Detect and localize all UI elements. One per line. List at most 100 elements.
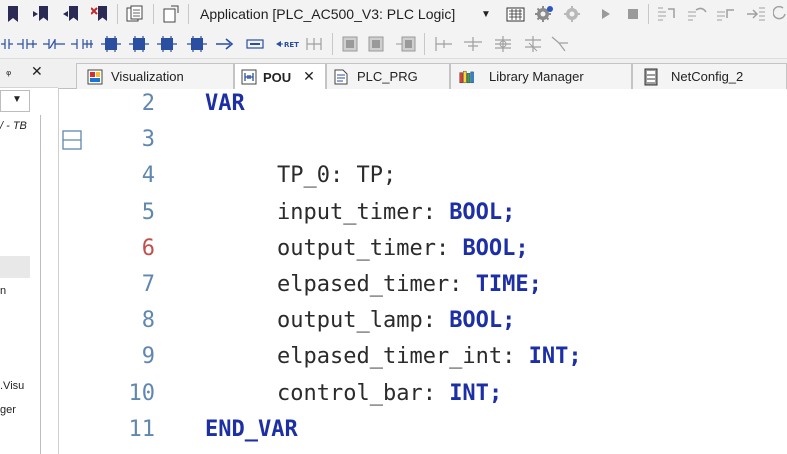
keyword: BOOL — [449, 308, 503, 334]
login-icon[interactable] — [505, 4, 527, 24]
semicolon: ; — [528, 272, 542, 297]
run-to-cursor-icon[interactable] — [744, 5, 768, 23]
code-line[interactable]: TP_0: TP; — [277, 158, 396, 194]
keyword: INT — [449, 380, 489, 406]
reset-coil-icon[interactable] — [156, 34, 178, 54]
restart-icon[interactable] — [772, 4, 787, 24]
code-line[interactable]: input_timer: BOOL; — [277, 195, 515, 231]
tab-label: Visualization — [111, 69, 184, 84]
output-box-icon[interactable] — [366, 35, 386, 53]
box-with-en-icon[interactable] — [394, 35, 418, 53]
bookmark-next-icon[interactable] — [32, 5, 52, 23]
netconfig-icon — [643, 68, 659, 85]
copy-icon[interactable] — [124, 4, 146, 24]
code-line[interactable]: output_timer: BOOL; — [277, 231, 529, 267]
coil-icon[interactable] — [100, 34, 122, 54]
logout-icon[interactable] — [562, 3, 584, 25]
stop-icon[interactable] — [624, 5, 642, 23]
code-line[interactable]: VAR — [205, 86, 245, 122]
input-box-icon[interactable] — [340, 35, 360, 53]
application-selector-label: Application [PLC_AC500_V3: PLC Logic] — [200, 6, 456, 22]
run-icon[interactable] — [597, 5, 615, 23]
jump-label-icon[interactable] — [244, 35, 268, 53]
keyword: VAR — [205, 91, 245, 116]
branch-icon[interactable] — [304, 35, 324, 53]
close-icon[interactable]: ✕ — [31, 64, 43, 80]
code-line[interactable]: elpased_timer: TIME; — [277, 267, 542, 303]
semicolon: ; — [488, 380, 503, 406]
step-into-icon[interactable] — [655, 5, 679, 23]
tree-item-fragment[interactable]: ger — [0, 404, 16, 416]
variable-declaration: input_timer: — [277, 199, 450, 225]
semicolon: ; — [515, 235, 529, 261]
variable-declaration: elpased_timer_int: — [277, 344, 529, 370]
new-window-icon[interactable] — [160, 4, 182, 24]
variable-declaration: output_timer: — [277, 235, 463, 261]
step-over-icon[interactable] — [685, 5, 709, 23]
insert-network-icon[interactable] — [432, 35, 456, 53]
code-line[interactable]: END_VAR — [205, 412, 298, 448]
negated-parallel-icon[interactable] — [70, 35, 94, 53]
keyword: BOOL — [462, 235, 516, 261]
tab-label: PLC_PRG — [357, 69, 418, 84]
variable-declaration: TP_0: TP; — [277, 163, 397, 189]
jump-arrow-icon[interactable] — [214, 35, 236, 53]
editor-toolbar: RET — [0, 29, 787, 59]
code-editor[interactable]: 2 3 4 5 6 7 8 9 10 11 VAR TP_0: TP; input_timer: BO… — [59, 89, 787, 454]
tree-item-fragment[interactable]: n — [0, 285, 6, 297]
set-branch-icon[interactable] — [548, 34, 572, 54]
tab-netconfig-2[interactable]: NetConfig_2 — [632, 63, 787, 89]
keyword: INT — [528, 344, 569, 370]
return-icon[interactable]: RET — [274, 35, 300, 53]
left-pane-scroll-divider — [40, 115, 41, 454]
variable-declaration: control_bar: — [277, 380, 450, 406]
left-pane-header: ᵩ ✕ — [0, 59, 58, 88]
code-line[interactable]: output_lamp: BOOL; — [277, 303, 515, 339]
tree-item-fragment[interactable]: / - TB — [0, 120, 27, 132]
bookmark-clear-icon[interactable] — [90, 5, 112, 23]
tree-item-selected[interactable] — [0, 256, 30, 278]
svg-text:RET: RET — [284, 41, 299, 49]
left-pane: ᵩ ✕ ▼ / - TB n .Visu ger — [0, 59, 59, 454]
toggle-comment-icon[interactable] — [490, 34, 516, 54]
set-coil-icon[interactable] — [128, 34, 150, 54]
tab-label: POU — [263, 69, 292, 85]
toggle-network-icon[interactable] — [520, 34, 546, 54]
bookmark-icon[interactable] — [4, 5, 22, 23]
code-line[interactable]: control_bar: INT; — [277, 376, 502, 412]
keyword: BOOL — [449, 199, 503, 225]
code-area[interactable]: VAR TP_0: TP; input_timer: BOOL; output_tim… — [59, 89, 787, 454]
close-icon[interactable]: ✕ — [303, 69, 315, 85]
insert-network-below-icon[interactable] — [460, 35, 486, 53]
tab-label: Library Manager — [489, 69, 584, 84]
pin-icon[interactable]: ᵩ — [6, 64, 11, 79]
contact-icon[interactable] — [0, 35, 14, 53]
chevron-down-icon: ▼ — [12, 94, 22, 105]
main-toolbar: Application [PLC_AC500_V3: PLC Logic] ▼ — [0, 0, 787, 29]
application-selector[interactable]: Application [PLC_AC500_V3: PLC Logic] ▼ — [196, 3, 494, 25]
semicolon: ; — [502, 199, 516, 225]
visualization-icon — [87, 69, 103, 85]
tab-library-manager[interactable]: Library Manager — [450, 63, 632, 89]
gear-icon[interactable] — [533, 3, 555, 25]
library-icon — [459, 69, 475, 85]
keyword: TIME — [475, 272, 529, 297]
editor-tab-strip: Visualization POU ✕ PLC_PRG Library Mana… — [58, 59, 787, 90]
keyword: END_VAR — [205, 416, 298, 442]
chevron-down-icon: ▼ — [481, 8, 491, 20]
box-icon[interactable] — [186, 34, 208, 54]
tab-label: NetConfig_2 — [671, 69, 744, 84]
negated-contact-icon[interactable] — [42, 35, 66, 53]
tab-pou[interactable]: POU ✕ — [234, 63, 326, 90]
semicolon: ; — [568, 344, 582, 370]
variable-declaration: output_lamp: — [277, 308, 450, 334]
step-out-icon[interactable] — [714, 5, 738, 23]
code-line[interactable]: elpased_timer_int: INT; — [277, 339, 582, 375]
contact-parallel-icon[interactable] — [16, 35, 38, 53]
left-pane-dropdown[interactable]: ▼ — [0, 90, 30, 112]
pou-icon — [241, 69, 257, 85]
bookmark-prev-icon[interactable] — [62, 5, 82, 23]
document-icon — [333, 69, 349, 85]
tree-item-fragment[interactable]: .Visu — [0, 380, 24, 392]
tab-plc-prg[interactable]: PLC_PRG — [326, 63, 450, 89]
